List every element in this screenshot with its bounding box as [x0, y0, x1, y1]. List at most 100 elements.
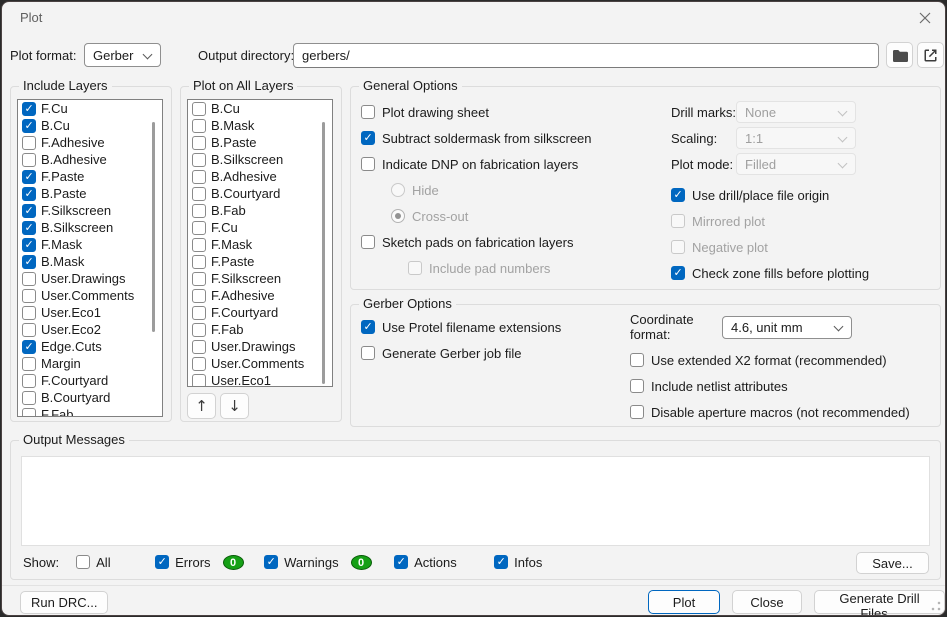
layer-row[interactable]: User.Eco1 [188, 372, 332, 387]
option-checkbox[interactable] [361, 320, 375, 334]
option-checkbox[interactable] [630, 353, 644, 367]
output-messages-area[interactable] [21, 456, 930, 546]
layer-row[interactable]: B.Fab [188, 202, 332, 219]
option-checkbox[interactable] [671, 240, 685, 254]
layer-checkbox[interactable] [22, 255, 36, 269]
close-button[interactable]: Close [732, 590, 802, 614]
layer-row[interactable]: F.Silkscreen [18, 202, 162, 219]
option-row[interactable]: Generate Gerber job file [361, 340, 631, 366]
option-row[interactable]: Use drill/place file origin [671, 182, 936, 208]
scrollbar[interactable] [152, 122, 155, 332]
layer-row[interactable]: B.Paste [188, 134, 332, 151]
resize-grip[interactable] [931, 601, 941, 611]
run-drc-button[interactable]: Run DRC... [20, 591, 108, 614]
layer-row[interactable]: Edge.Cuts [18, 338, 162, 355]
layer-checkbox[interactable] [22, 289, 36, 303]
layer-checkbox[interactable] [192, 204, 206, 218]
filter-checkbox-row[interactable]: All [76, 555, 155, 570]
plot-on-all-layers-list[interactable]: B.Cu B.Mask B.Paste B.Silkscreen B.Adhes… [187, 99, 333, 387]
layer-checkbox[interactable] [22, 323, 36, 337]
layer-row[interactable]: F.Mask [188, 236, 332, 253]
option-row[interactable]: Sketch pads on fabrication layers [361, 229, 661, 255]
option-row[interactable]: Plot drawing sheet [361, 99, 661, 125]
layer-checkbox[interactable] [22, 391, 36, 405]
layer-row[interactable]: B.Mask [18, 253, 162, 270]
layer-checkbox[interactable] [192, 221, 206, 235]
layer-checkbox[interactable] [22, 357, 36, 371]
open-external-button[interactable] [917, 42, 944, 68]
move-down-button[interactable]: ↓ [220, 393, 249, 419]
option-select[interactable]: 1:1 [736, 127, 856, 149]
browse-folder-button[interactable] [886, 42, 913, 68]
layer-checkbox[interactable] [192, 306, 206, 320]
option-row[interactable]: Mirrored plot [671, 208, 936, 234]
layer-row[interactable]: F.Silkscreen [188, 270, 332, 287]
layer-checkbox[interactable] [192, 272, 206, 286]
option-row[interactable]: Indicate DNP on fabrication layers [361, 151, 661, 177]
option-select[interactable]: Filled [736, 153, 856, 175]
layer-row[interactable]: User.Comments [188, 355, 332, 372]
option-row[interactable]: Use Protel filename extensions [361, 314, 631, 340]
filter-checkbox[interactable] [494, 555, 508, 569]
layer-row[interactable]: F.Courtyard [18, 372, 162, 389]
layer-row[interactable]: User.Comments [18, 287, 162, 304]
layer-row[interactable]: User.Drawings [188, 338, 332, 355]
option-row[interactable]: Check zone fills before plotting [671, 260, 936, 286]
filter-checkbox-row[interactable]: Errors 0 [155, 555, 264, 570]
layer-checkbox[interactable] [22, 272, 36, 286]
layer-checkbox[interactable] [22, 153, 36, 167]
option-checkbox[interactable] [630, 379, 644, 393]
option-row[interactable]: Cross-out [361, 203, 661, 229]
layer-row[interactable]: User.Drawings [18, 270, 162, 287]
layer-checkbox[interactable] [192, 238, 206, 252]
filter-checkbox-row[interactable]: Actions [394, 555, 494, 570]
include-layers-list[interactable]: F.Cu B.Cu F.Adhesive B.Adhesive F.Paste … [17, 99, 163, 417]
layer-row[interactable]: B.Adhesive [18, 151, 162, 168]
option-checkbox[interactable] [391, 209, 405, 223]
option-checkbox[interactable] [630, 405, 644, 419]
plot-button[interactable]: Plot [648, 590, 720, 614]
layer-checkbox[interactable] [22, 221, 36, 235]
layer-checkbox[interactable] [192, 323, 206, 337]
layer-checkbox[interactable] [192, 102, 206, 116]
layer-checkbox[interactable] [192, 153, 206, 167]
option-checkbox[interactable] [671, 188, 685, 202]
option-checkbox[interactable] [391, 183, 405, 197]
option-row[interactable]: Include netlist attributes [630, 373, 935, 399]
layer-row[interactable]: User.Eco2 [18, 321, 162, 338]
plot-format-select[interactable]: Gerber [84, 43, 161, 67]
layer-checkbox[interactable] [192, 187, 206, 201]
layer-checkbox[interactable] [22, 187, 36, 201]
option-select[interactable]: None [736, 101, 856, 123]
layer-row[interactable]: B.Mask [188, 117, 332, 134]
layer-row[interactable]: User.Eco1 [18, 304, 162, 321]
option-row[interactable]: Disable aperture macros (not recommended… [630, 399, 935, 425]
layer-checkbox[interactable] [22, 408, 36, 418]
option-checkbox[interactable] [671, 214, 685, 228]
generate-drill-files-button[interactable]: Generate Drill Files... [814, 590, 945, 614]
layer-checkbox[interactable] [192, 289, 206, 303]
option-row[interactable]: Include pad numbers [361, 255, 661, 281]
layer-checkbox[interactable] [192, 170, 206, 184]
layer-row[interactable]: F.Cu [18, 100, 162, 117]
layer-checkbox[interactable] [192, 136, 206, 150]
filter-checkbox-row[interactable]: Warnings 0 [264, 555, 394, 570]
output-directory-input[interactable] [293, 43, 879, 68]
layer-row[interactable]: F.Paste [188, 253, 332, 270]
layer-row[interactable]: F.Paste [18, 168, 162, 185]
option-row[interactable]: Hide [361, 177, 661, 203]
filter-checkbox-row[interactable]: Infos [494, 555, 542, 570]
filter-checkbox[interactable] [394, 555, 408, 569]
move-up-button[interactable]: ↑ [187, 393, 216, 419]
layer-checkbox[interactable] [192, 374, 206, 388]
option-row[interactable]: Subtract soldermask from silkscreen [361, 125, 661, 151]
layer-checkbox[interactable] [22, 102, 36, 116]
layer-row[interactable]: F.Cu [188, 219, 332, 236]
layer-row[interactable]: F.Adhesive [188, 287, 332, 304]
coordinate-format-select[interactable]: 4.6, unit mm [722, 316, 852, 339]
option-row[interactable]: Use extended X2 format (recommended) [630, 347, 935, 373]
layer-checkbox[interactable] [22, 170, 36, 184]
layer-checkbox[interactable] [192, 119, 206, 133]
option-checkbox[interactable] [361, 235, 375, 249]
layer-row[interactable]: B.Courtyard [18, 389, 162, 406]
